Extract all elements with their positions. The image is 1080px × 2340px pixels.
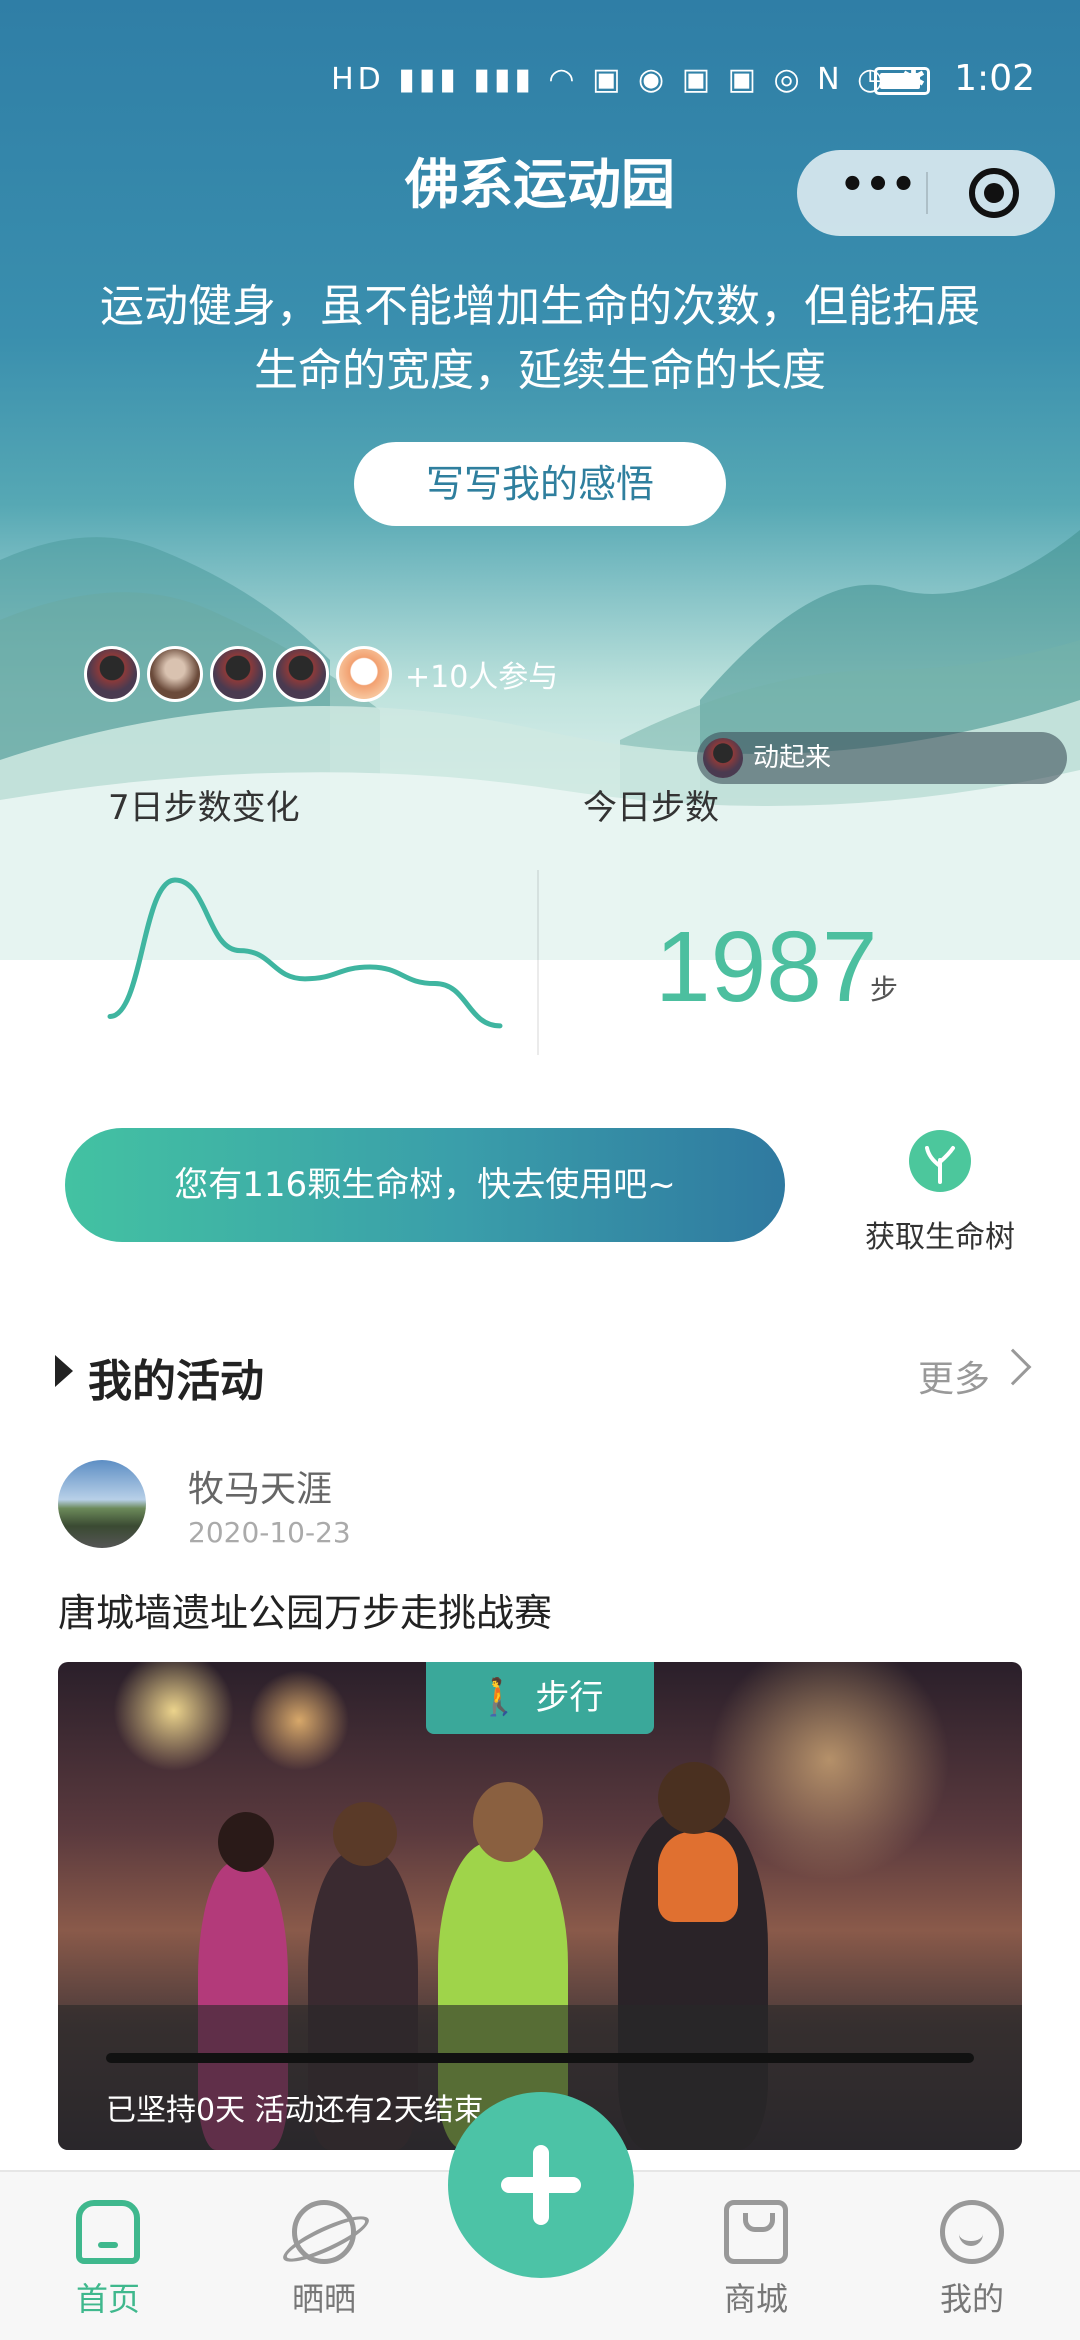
tree-icon[interactable] [909,1130,971,1192]
runner-head [658,1762,730,1834]
runner-head [218,1812,274,1872]
week-steps-label: 7日步数变化 [108,788,300,828]
motto-line-1: 运动健身，虽不能增加生命的次数，但能拓展 [100,281,980,332]
shopping-bag-icon [724,2200,788,2264]
status-time: 1:02 [954,58,1035,99]
tab-mall[interactable]: 商城 [686,2200,826,2320]
participant-avatars[interactable]: +10人参与 [84,645,558,703]
smile-face-icon [940,2200,1004,2264]
avatar [210,646,266,702]
status-bar: HD ▮▮▮ ▮▮▮ ◠ ▣ ◉ ▣ ▣ ◎ N ◷ ✱ 1:02 [0,50,1080,110]
avatar [147,646,203,702]
tab-share[interactable]: 晒晒 [254,2200,394,2320]
motto-text: 运动健身，虽不能增加生命的次数，但能拓展 生命的宽度，延续生命的长度 [60,275,1020,403]
status-icons: HD ▮▮▮ ▮▮▮ ◠ ▣ ◉ ▣ ▣ ◎ N ◷ ✱ [331,62,930,97]
home-icon [76,2200,140,2264]
tab-mine[interactable]: 我的 [902,2200,1042,2320]
mini-program-capsule: ••• [797,150,1055,236]
motto-line-2: 生命的宽度，延续生命的长度 [254,345,826,396]
activity-type-tag: 🚶 步行 [426,1662,654,1734]
today-steps-value: 1987 [655,911,878,1023]
toast-text: 动起来 [753,743,832,773]
section-arrow-icon [55,1355,73,1387]
avatar [84,646,140,702]
walk-icon: 🚶 [476,1677,522,1718]
battery-icon [874,67,930,95]
activity-status: 已坚持0天 活动还有2天结束 [106,2093,484,2128]
chevron-right-icon[interactable] [994,1348,1032,1386]
runner-head [333,1802,397,1866]
more-dots-icon[interactable]: ••• [833,165,923,210]
activity-card[interactable]: 🚶 步行 已坚持0天 活动还有2天结束 [58,1662,1022,2150]
user-name: 牧马天涯 [188,1469,333,1510]
progress-bar [106,2053,974,2063]
today-steps-label: 今日步数 [583,788,719,828]
tab-label: 首页 [75,2280,140,2318]
tab-label: 我的 [939,2280,1004,2318]
section-title: 我的活动 [88,1356,264,1407]
life-tree-banner[interactable]: 您有116颗生命树，快去使用吧~ [65,1128,785,1242]
target-icon[interactable] [969,168,1019,218]
stats-divider [537,870,539,1055]
week-steps-chart [107,877,503,1029]
avatar [703,738,743,778]
series-line [107,877,503,1029]
get-life-tree-label[interactable]: 获取生命树 [865,1212,1015,1256]
capsule-divider [926,172,928,214]
participants-count: +10人参与 [405,660,559,695]
hero-section: HD ▮▮▮ ▮▮▮ ◠ ▣ ◉ ▣ ▣ ◎ N ◷ ✱ 1:02 佛系运动园 … [0,0,1080,1120]
planet-icon [292,2200,356,2264]
tab-label: 晒晒 [291,2280,356,2318]
more-link[interactable]: 更多 [918,1350,990,1402]
runner-figure [658,1832,738,1922]
avatar [273,646,329,702]
activity-toast: 动起来 [697,732,1067,784]
activity-title[interactable]: 唐城墙遗址公园万步走挑战赛 [58,1582,552,1637]
steps-unit: 步 [870,973,899,1006]
write-thoughts-button[interactable]: 写写我的感悟 [354,442,726,526]
avatar[interactable] [58,1460,146,1548]
runner-head [473,1782,543,1862]
activity-date: 2020-10-23 [188,1516,351,1549]
add-button[interactable] [448,2092,634,2278]
activity-type-label: 步行 [535,1678,604,1718]
avatar [336,646,392,702]
tab-label: 商城 [723,2280,788,2318]
tab-home[interactable]: 首页 [38,2200,178,2320]
